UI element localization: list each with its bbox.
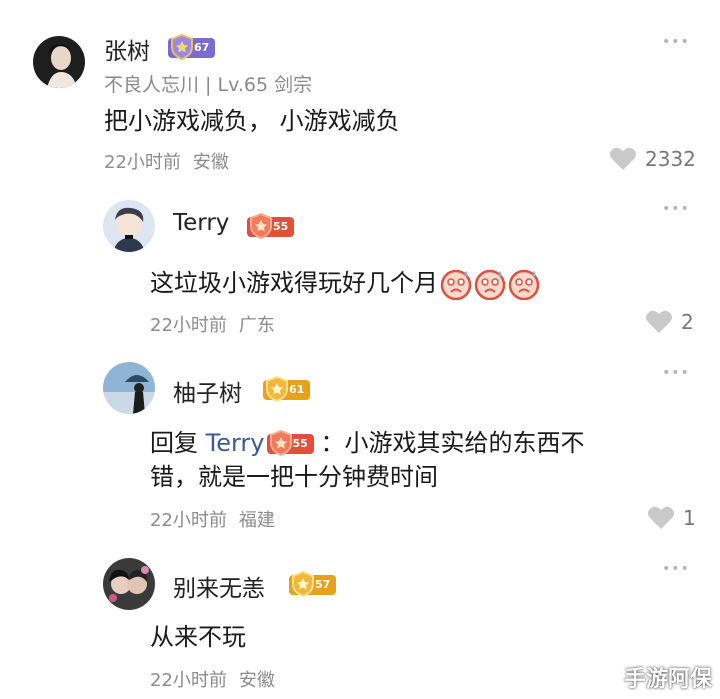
comment-location: 福建: [238, 510, 275, 531]
level-shield-icon: [171, 33, 193, 61]
sweat-emoji-icon: [508, 269, 540, 300]
user-name[interactable]: 别来无恙: [173, 569, 265, 603]
comment-time: 22小时前: [150, 315, 227, 336]
comment-text-body: ：小游戏其实给的东西不: [320, 429, 585, 457]
reply-to-user[interactable]: Terry: [206, 429, 265, 457]
like-count: 2: [681, 309, 694, 334]
sweat-emoji-icon: [440, 269, 472, 300]
comment-time: 22小时前: [150, 670, 227, 691]
comment-text: 从来不玩: [150, 623, 246, 651]
user-name[interactable]: 张树: [104, 32, 150, 66]
like-button[interactable]: 2: [645, 309, 694, 334]
user-name[interactable]: Terry: [173, 210, 229, 236]
more-options-icon[interactable]: •••: [662, 365, 690, 381]
like-button[interactable]: 1: [647, 505, 696, 530]
reply-level-badge: 55: [266, 429, 319, 457]
comment-meta: 22小时前 安徽: [104, 148, 229, 174]
level-shield-icon: [250, 212, 272, 240]
more-options-icon[interactable]: •••: [662, 34, 690, 50]
heart-icon: [610, 147, 636, 170]
level-shield-icon: [266, 375, 288, 403]
more-options-icon[interactable]: •••: [662, 201, 690, 217]
level-number: 57: [315, 578, 331, 591]
more-options-icon[interactable]: •••: [662, 561, 690, 577]
avatar[interactable]: [103, 558, 155, 610]
comment-meta: 22小时前 福建: [150, 506, 275, 532]
comment-text-body: 这垃圾小游戏得玩好几个月: [150, 269, 438, 297]
level-badge: 57: [289, 570, 337, 598]
like-count: 1: [683, 505, 696, 530]
level-number: 61: [289, 383, 305, 396]
avatar[interactable]: [103, 200, 155, 252]
comment-location: 安徽: [192, 152, 229, 173]
level-shield-icon: [292, 570, 314, 598]
user-title: 不良人忘川 | Lv.65 剑宗: [104, 74, 313, 96]
comment-location: 安徽: [238, 670, 275, 691]
avatar[interactable]: [103, 362, 155, 414]
level-number: 67: [194, 41, 210, 54]
comment-meta: 22小时前 广东: [150, 311, 275, 337]
sweat-emoji-icon: [474, 269, 506, 300]
like-count: 2332: [645, 146, 696, 171]
comment-time: 22小时前: [150, 510, 227, 531]
comment-text: 把小游戏减负， 小游戏减负: [104, 107, 400, 135]
level-shield-icon: [269, 429, 292, 457]
level-number: 55: [292, 437, 308, 450]
comment-text-body: 错，就是一把十分钟费时间: [150, 463, 438, 491]
avatar[interactable]: [33, 36, 85, 88]
level-badge: 61: [263, 375, 311, 403]
comment-location: 广东: [238, 315, 275, 336]
comment-time: 22小时前: [104, 152, 181, 173]
level-badge: 67: [168, 33, 216, 61]
user-name[interactable]: 柚子树: [173, 374, 242, 408]
heart-icon: [646, 310, 672, 333]
like-button[interactable]: 2332: [609, 146, 696, 171]
level-number: 55: [273, 220, 289, 233]
watermark: 手游阿保: [623, 667, 712, 692]
comment-text: 回复 Terry 55 ：小游戏其实给的东西不 错，就是一把十分钟费时间: [150, 426, 630, 494]
comment-meta: 22小时前 安徽: [150, 666, 275, 692]
level-badge: 55: [247, 212, 295, 240]
reply-prefix: 回复: [150, 429, 198, 457]
heart-icon: [648, 506, 674, 529]
comment-text: 这垃圾小游戏得玩好几个月: [150, 266, 540, 300]
